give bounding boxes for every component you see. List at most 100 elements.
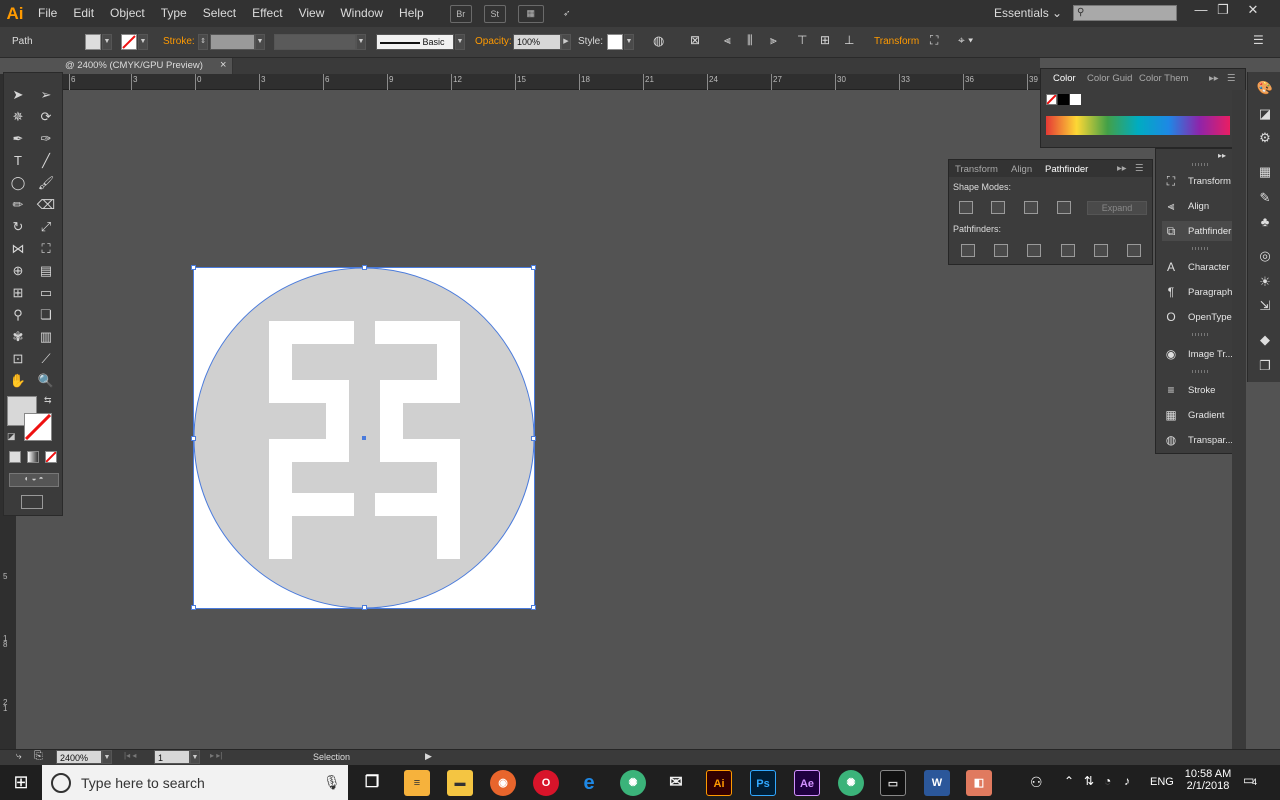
appearance-icon[interactable]: ☀ bbox=[1256, 274, 1274, 292]
vertical-scrollbar[interactable] bbox=[1232, 90, 1246, 749]
menu-object[interactable]: Object bbox=[102, 0, 153, 27]
outline-icon[interactable] bbox=[1094, 244, 1108, 257]
dock-item-image-trace[interactable]: ◉ Image Tr... bbox=[1162, 344, 1233, 364]
panel-collapse-icon[interactable]: ▸▸ bbox=[1117, 163, 1127, 174]
isolate-icon[interactable]: ⛶ bbox=[930, 33, 938, 48]
fill-swatch[interactable] bbox=[85, 34, 101, 50]
stock-button[interactable]: St bbox=[483, 4, 506, 23]
show-hidden-icons[interactable]: ⌃ bbox=[1064, 774, 1074, 788]
exclude-icon[interactable] bbox=[1057, 201, 1071, 214]
color-mode-icon[interactable] bbox=[9, 451, 21, 463]
line-tool-icon[interactable]: ╱ bbox=[35, 151, 57, 171]
pencil-tool-icon[interactable]: ✏ bbox=[7, 195, 29, 215]
magic-wand-tool-icon[interactable]: ✵ bbox=[7, 107, 29, 127]
color-guide-icon[interactable]: ◪ bbox=[1256, 106, 1274, 124]
selection-handle[interactable] bbox=[531, 265, 536, 270]
dock-item-stroke[interactable]: ≡ Stroke bbox=[1162, 380, 1215, 400]
terminal-icon[interactable]: ▭ bbox=[880, 770, 906, 796]
app-sublime-icon[interactable]: ≡ bbox=[404, 770, 430, 796]
align-to-icon[interactable]: ⊠ bbox=[690, 33, 700, 47]
color-spectrum[interactable] bbox=[1046, 116, 1230, 135]
tab-color[interactable]: Color bbox=[1053, 73, 1076, 84]
divide-icon[interactable] bbox=[961, 244, 975, 257]
menu-window[interactable]: Window bbox=[332, 0, 391, 27]
scale-tool-icon[interactable]: ⤢ bbox=[35, 217, 57, 237]
white-color-swatch[interactable] bbox=[1070, 94, 1081, 105]
workspace-switcher[interactable]: Essentials ⌄ bbox=[994, 6, 1062, 20]
dock-item-gradient[interactable]: ▦ Gradient bbox=[1162, 405, 1224, 425]
first-artboard-icon[interactable]: |◂ ◂ bbox=[124, 751, 136, 760]
arrange-documents-icon[interactable]: ▦ bbox=[517, 4, 544, 23]
taskbar-photoshop-icon[interactable]: Ps bbox=[750, 770, 776, 796]
lasso-tool-icon[interactable]: ⟳ bbox=[35, 107, 57, 127]
artboard-number-field[interactable]: 1 bbox=[154, 750, 190, 764]
swap-colors-icon[interactable]: ⇆ bbox=[44, 395, 52, 406]
dock-collapse-icon[interactable]: ▸▸ bbox=[1218, 151, 1226, 160]
menu-type[interactable]: Type bbox=[153, 0, 195, 27]
variable-width-field[interactable] bbox=[274, 34, 356, 50]
firefox-icon[interactable]: ◉ bbox=[490, 770, 516, 796]
recolor-artwork-icon[interactable]: ◍ bbox=[653, 33, 664, 49]
people-icon[interactable]: ⚇ bbox=[1030, 774, 1043, 791]
tab-transform[interactable]: Transform bbox=[955, 164, 998, 175]
action-center-icon[interactable]: ▭ 4 bbox=[1243, 773, 1263, 791]
menu-select[interactable]: Select bbox=[195, 0, 244, 27]
horizontal-ruler[interactable]: 6 3 0 3 6 9 12 15 18 21 24 27 30 33 36 39 bbox=[63, 74, 1040, 90]
file-explorer-icon[interactable]: ▬ bbox=[447, 770, 473, 796]
fill-dropdown[interactable]: ▼ bbox=[102, 34, 112, 50]
artboard-tool-icon[interactable]: ⊡ bbox=[7, 349, 29, 369]
graphic-styles-icon[interactable]: ◎ bbox=[1256, 248, 1274, 266]
opacity-label[interactable]: Opacity: bbox=[475, 36, 512, 47]
selection-tool-icon[interactable]: ➤ bbox=[7, 85, 29, 105]
unite-icon[interactable] bbox=[959, 201, 973, 214]
width-tool-icon[interactable]: ⋈ bbox=[7, 239, 29, 259]
style-swatch[interactable] bbox=[607, 34, 623, 50]
selection-handle[interactable] bbox=[531, 436, 536, 441]
task-view-icon[interactable]: ❐ bbox=[359, 770, 385, 796]
intersect-icon[interactable] bbox=[1024, 201, 1038, 214]
free-transform-tool-icon[interactable]: ⛶ bbox=[35, 239, 57, 259]
menu-view[interactable]: View bbox=[291, 0, 333, 27]
menu-file[interactable]: File bbox=[30, 0, 65, 27]
zoom-dropdown[interactable]: ▼ bbox=[102, 750, 112, 764]
stroke-weight-dropdown[interactable]: ▼ bbox=[255, 34, 265, 50]
type-tool-icon[interactable]: T bbox=[7, 151, 29, 171]
app-green-2-icon[interactable]: ✺ bbox=[838, 770, 864, 796]
gpu-performance-icon[interactable]: ➶ bbox=[556, 5, 578, 23]
next-artboard-icon[interactable]: ▸ ▸| bbox=[210, 751, 222, 760]
style-dropdown[interactable]: ▼ bbox=[624, 34, 634, 50]
selection-handle[interactable] bbox=[362, 265, 367, 270]
app-green-icon[interactable]: ✺ bbox=[620, 770, 646, 796]
brushes-icon[interactable]: ✎ bbox=[1256, 190, 1274, 208]
ellipse-tool-icon[interactable]: ◯ bbox=[7, 173, 29, 193]
mail-icon[interactable]: ✉ bbox=[663, 770, 689, 796]
taskbar-illustrator-icon[interactable]: Ai bbox=[706, 770, 732, 796]
minus-back-icon[interactable] bbox=[1127, 244, 1141, 257]
gradient-mode-icon[interactable] bbox=[27, 451, 39, 463]
stroke-dropdown[interactable]: ▼ bbox=[138, 34, 148, 50]
default-colors-icon[interactable]: ◪ bbox=[7, 431, 16, 442]
word-icon[interactable]: W bbox=[924, 770, 950, 796]
brush-field[interactable]: Basic bbox=[376, 34, 454, 50]
language-indicator[interactable]: ENG bbox=[1150, 776, 1174, 788]
direct-selection-tool-icon[interactable]: ➢ bbox=[35, 85, 57, 105]
artwork[interactable] bbox=[194, 268, 534, 608]
tab-pathfinder[interactable]: Pathfinder bbox=[1045, 164, 1088, 175]
none-mode-icon[interactable] bbox=[45, 451, 57, 463]
mesh-tool-icon[interactable]: ⊞ bbox=[7, 283, 29, 303]
align-center-icon[interactable]: ⫼ bbox=[747, 33, 753, 48]
taskbar-after-effects-icon[interactable]: Ae bbox=[794, 770, 820, 796]
artboard[interactable] bbox=[191, 265, 536, 610]
zoom-tool-icon[interactable]: 🔍 bbox=[35, 371, 57, 391]
share-icon[interactable]: ⎘ bbox=[34, 750, 43, 763]
status-menu-icon[interactable]: ▶ bbox=[425, 751, 432, 762]
hand-tool-icon[interactable]: ✋ bbox=[7, 371, 29, 391]
selection-handle[interactable] bbox=[191, 436, 196, 441]
stroke-label[interactable]: Stroke: bbox=[163, 36, 195, 47]
windows-start-icon[interactable]: ⊞ bbox=[10, 772, 32, 794]
wifi-icon[interactable]: ◔ bbox=[1104, 774, 1111, 788]
help-search-input[interactable]: ⚲ bbox=[1073, 5, 1177, 21]
restore-button[interactable]: ❐ bbox=[1210, 2, 1236, 22]
dock-item-transform[interactable]: ⛶ Transform bbox=[1162, 171, 1231, 191]
dock-item-paragraph[interactable]: ¶ Paragraph bbox=[1162, 282, 1233, 302]
